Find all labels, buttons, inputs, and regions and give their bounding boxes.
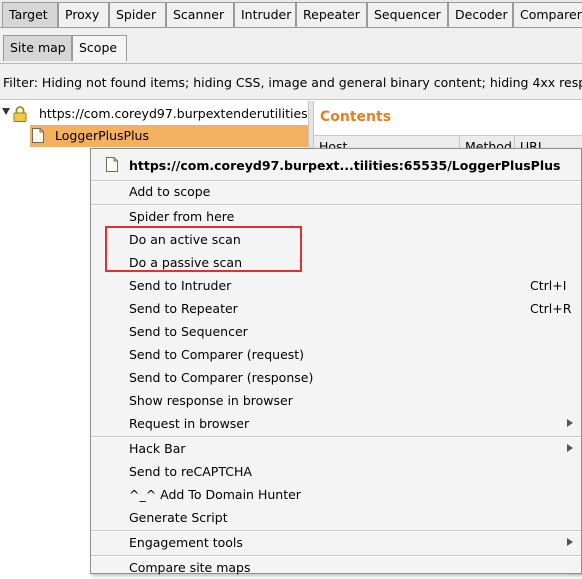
file-icon: [106, 157, 118, 175]
menu-item-label: Send to Comparer (response): [129, 370, 314, 385]
tab-scope[interactable]: Scope: [72, 35, 127, 61]
tab-scanner[interactable]: Scanner: [166, 2, 234, 27]
tab-comparer[interactable]: Comparer: [513, 2, 582, 27]
menu-item-comparer-request[interactable]: Send to Comparer (request): [91, 343, 581, 366]
file-icon: [32, 128, 44, 146]
menu-item-add-to-scope[interactable]: Add to scope: [91, 180, 581, 203]
menu-item-passive-scan[interactable]: Do a passive scan: [91, 251, 581, 274]
menu-item-label: Generate Script: [129, 510, 228, 525]
menu-item-label: Show response in browser: [129, 393, 293, 408]
tab-intruder[interactable]: Intruder: [234, 2, 296, 27]
tree-item-loggerplusplus[interactable]: LoggerPlusPlus: [30, 125, 308, 147]
submenu-arrow-icon: [567, 419, 573, 427]
menu-item-request-in-browser[interactable]: Request in browser: [91, 412, 581, 435]
contents-title: Contents: [320, 109, 392, 125]
tab-proxy[interactable]: Proxy: [58, 2, 109, 27]
menu-item-engagement-tools[interactable]: Engagement tools: [91, 531, 581, 554]
menu-item-domain-hunter[interactable]: ^_^ Add To Domain Hunter: [91, 483, 581, 506]
submenu-arrow-icon: [567, 538, 573, 546]
menu-item-send-to-recaptcha[interactable]: Send to reCAPTCHA: [91, 460, 581, 483]
menu-item-label: ^_^ Add To Domain Hunter: [129, 487, 301, 502]
menu-item-send-to-sequencer[interactable]: Send to Sequencer: [91, 320, 581, 343]
lock-icon: [13, 106, 27, 125]
menu-item-shortcut: Ctrl+R: [530, 301, 572, 316]
context-menu-header: https://com.coreyd97.burpext...tilities:…: [91, 149, 581, 181]
menu-item-label: Send to Intruder: [129, 278, 232, 293]
sub-tab-bar: Site map Scope: [0, 28, 582, 64]
menu-item-label: Compare site maps: [129, 560, 251, 575]
tree-host-label: https://com.coreyd97.burpextenderutiliti…: [39, 106, 308, 121]
tree-item-label: LoggerPlusPlus: [55, 128, 149, 143]
menu-item-label: Send to Repeater: [129, 301, 238, 316]
menu-item-label: Request in browser: [129, 416, 250, 431]
menu-item-label: Send to reCAPTCHA: [129, 464, 252, 479]
tab-site-map[interactable]: Site map: [3, 35, 72, 61]
context-menu: https://com.coreyd97.burpext...tilities:…: [90, 148, 582, 575]
menu-item-label: Add to scope: [129, 184, 211, 199]
menu-item-label: Do an active scan: [129, 232, 241, 247]
tree-host-node[interactable]: https://com.coreyd97.burpextenderutiliti…: [0, 103, 308, 125]
menu-item-compare-site-maps[interactable]: Compare site maps: [91, 556, 581, 579]
menu-item-label: Spider from here: [129, 209, 235, 224]
menu-item-shortcut: Ctrl+I: [530, 278, 567, 293]
menu-item-hack-bar[interactable]: Hack Bar: [91, 437, 581, 460]
tab-spider[interactable]: Spider: [109, 2, 166, 27]
main-tab-bar: Target Proxy Spider Scanner Intruder Rep…: [0, 0, 582, 28]
context-menu-url: https://com.coreyd97.burpext...tilities:…: [129, 158, 561, 173]
tab-target[interactable]: Target: [2, 2, 58, 27]
menu-item-label: Send to Sequencer: [129, 324, 248, 339]
tab-sequencer[interactable]: Sequencer: [367, 2, 448, 27]
filter-bar[interactable]: Filter: Hiding not found items; hiding C…: [0, 64, 582, 100]
menu-item-send-to-intruder[interactable]: Send to Intruder Ctrl+I: [91, 274, 581, 297]
tab-repeater[interactable]: Repeater: [296, 2, 367, 27]
menu-item-label: Do a passive scan: [129, 255, 243, 270]
menu-item-label: Hack Bar: [129, 441, 186, 456]
menu-item-send-to-repeater[interactable]: Send to Repeater Ctrl+R: [91, 297, 581, 320]
menu-item-show-response[interactable]: Show response in browser: [91, 389, 581, 412]
menu-item-label: Send to Comparer (request): [129, 347, 305, 362]
submenu-arrow-icon: [567, 444, 573, 452]
menu-item-active-scan[interactable]: Do an active scan: [91, 228, 581, 251]
menu-item-generate-script[interactable]: Generate Script: [91, 506, 581, 529]
expand-arrow-icon[interactable]: [2, 108, 10, 115]
menu-item-label: Engagement tools: [129, 535, 243, 550]
menu-item-comparer-response[interactable]: Send to Comparer (response): [91, 366, 581, 389]
tab-decoder[interactable]: Decoder: [448, 2, 513, 27]
menu-item-spider-from-here[interactable]: Spider from here: [91, 205, 581, 228]
